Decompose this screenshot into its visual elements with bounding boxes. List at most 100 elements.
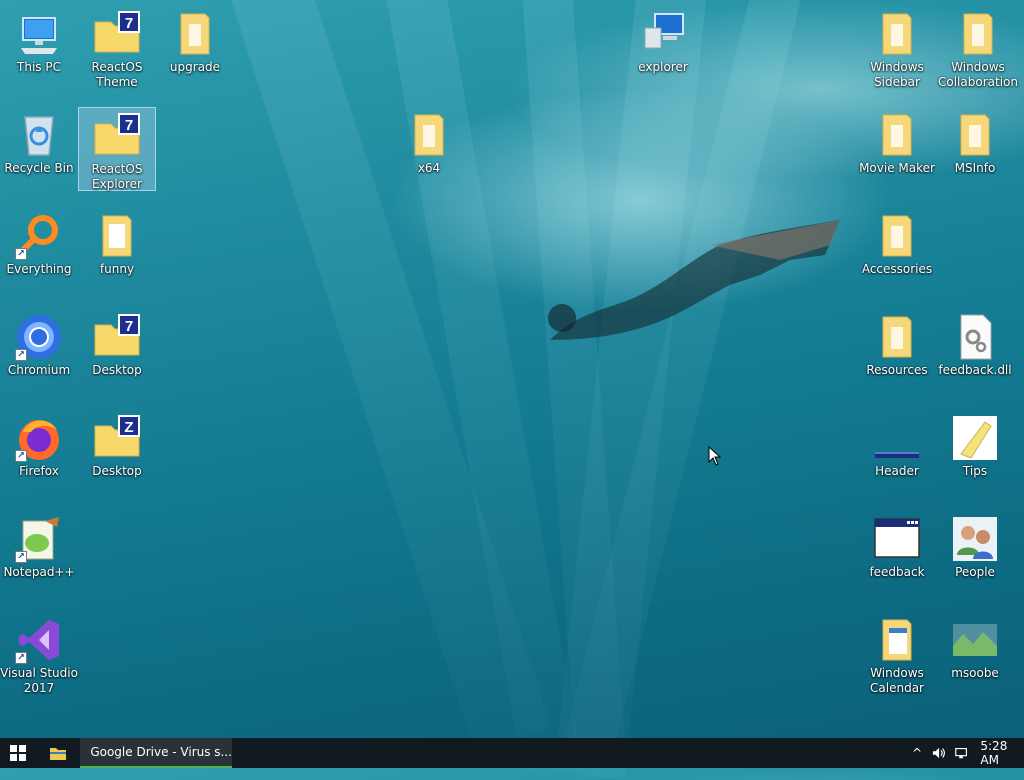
desktop-icon-windows-sidebar[interactable]: Windows Sidebar [858,6,936,92]
desktop-icon-windows-collaboration[interactable]: Windows Collaboration [936,6,1020,92]
window-icon [873,515,921,563]
folder-icon: Z [93,414,141,462]
file-explorer-button[interactable] [42,738,74,768]
desktop-icon-explorer[interactable]: explorer [624,6,702,92]
icon-label: explorer [624,60,702,75]
folder-icon [873,212,921,260]
notepadpp-icon: ↗ [15,515,63,563]
desktop-icon-resources[interactable]: Resources [858,309,936,395]
icon-label: Movie Maker [858,161,936,176]
icon-label: Chromium [0,363,78,378]
folder-icon [873,10,921,58]
desktop-icon-upgrade[interactable]: upgrade [156,6,234,92]
desktop[interactable]: This PC Recycle Bin ↗ Everything [0,0,1024,738]
image-icon [951,616,999,664]
icon-label: Header [858,464,936,479]
desktop-icon-reactos-explorer[interactable]: 7 ReactOS Explorer [78,107,156,191]
taskbar-app-google-drive[interactable]: Google Drive - Virus s... [80,738,232,768]
chevron-up-icon[interactable]: ^ [912,746,922,760]
desktop-icon-everything[interactable]: ↗ Everything [0,208,78,294]
desktop-icon-movie-maker[interactable]: Movie Maker [858,107,936,193]
icon-label: funny [78,262,156,277]
clock[interactable]: 5:28 AM [980,739,1024,767]
folder-icon [49,745,67,761]
folder-icon [951,111,999,159]
icon-label: Firefox [0,464,78,479]
folder-icon [93,212,141,260]
desktop-icon-funny[interactable]: funny [78,208,156,294]
desktop-icon-header[interactable]: Header [858,410,936,496]
icon-label: ReactOS Explorer [79,162,155,192]
desktop-icon-feedback[interactable]: feedback [858,511,936,597]
desktop-icon-desktop-7[interactable]: 7 Desktop [78,309,156,395]
desktop-icon-visual-studio[interactable]: ↗ Visual Studio 2017 [0,612,78,702]
icon-label: Notepad++ [0,565,78,580]
folder-icon: 7 [93,313,141,361]
icon-label: Desktop [78,464,156,479]
tips-icon [951,414,999,462]
icon-label: Resources [858,363,936,378]
desktop-icon-feedback-dll[interactable]: feedback.dll [936,309,1014,395]
desktop-icon-windows-calendar[interactable]: Windows Calendar [858,612,936,702]
visual-studio-icon: ↗ [15,616,63,664]
folder-icon [954,10,1002,58]
icon-label: upgrade [156,60,234,75]
icon-label: feedback [858,565,936,580]
folder-icon: 7 [93,112,141,160]
calendar-folder-icon [873,616,921,664]
icon-label: x64 [390,161,468,176]
desktop-icon-msinfo[interactable]: MSInfo [936,107,1014,193]
icon-label: Accessories [858,262,936,277]
svg-text:7: 7 [125,318,133,335]
desktop-icon-reactos-theme[interactable]: 7 ReactOS Theme [78,6,156,92]
svg-text:7: 7 [125,15,133,32]
icon-label: People [936,565,1014,580]
system-tray: ^ 5:28 AM [874,738,1024,768]
taskbar: Google Drive - Virus s... ^ 5:28 AM [0,738,1024,768]
desktop-icon-this-pc[interactable]: This PC [0,6,78,92]
svg-text:7: 7 [125,117,133,134]
shortcut-arrow-icon: ↗ [15,652,27,664]
desktop-icon-accessories[interactable]: Accessories [858,208,936,294]
icon-label: ReactOS Theme [78,60,156,90]
shortcut-arrow-icon: ↗ [15,248,27,260]
network-icon[interactable] [954,746,968,760]
windows-logo-icon [10,745,26,761]
desktop-icon-notepadpp[interactable]: ↗ Notepad++ [0,511,78,597]
firefox-icon: ↗ [15,414,63,462]
computer-icon [639,10,687,58]
icon-label: This PC [0,60,78,75]
icon-label: Visual Studio 2017 [0,666,78,696]
dll-file-icon [951,313,999,361]
shortcut-arrow-icon: ↗ [15,349,27,361]
image-icon [873,414,921,462]
desktop-icon-recycle-bin[interactable]: Recycle Bin [0,107,78,193]
desktop-icon-people[interactable]: People [936,511,1014,597]
chromium-icon: ↗ [15,313,63,361]
svg-text:Z: Z [124,419,133,436]
desktop-icon-x64[interactable]: x64 [390,107,468,193]
icon-label: Tips [936,464,1014,479]
start-button[interactable] [0,738,36,768]
folder-icon [171,10,219,58]
desktop-icon-desktop-z[interactable]: Z Desktop [78,410,156,496]
folder-icon: 7 [93,10,141,58]
icon-label: Everything [0,262,78,277]
folder-icon [873,111,921,159]
people-icon [951,515,999,563]
shortcut-arrow-icon: ↗ [15,551,27,563]
desktop-icon-tips[interactable]: Tips [936,410,1014,496]
icon-label: Desktop [78,363,156,378]
volume-icon[interactable] [932,746,946,760]
desktop-icon-firefox[interactable]: ↗ Firefox [0,410,78,496]
folder-icon [405,111,453,159]
icon-label: Windows Collaboration [936,60,1020,90]
computer-icon [15,10,63,58]
icon-label: Windows Sidebar [858,60,936,90]
desktop-icon-msoobe[interactable]: msoobe [936,612,1014,698]
taskbar-app-title: Google Drive - Virus s... [90,745,232,759]
icon-label: Windows Calendar [858,666,936,696]
desktop-icon-chromium[interactable]: ↗ Chromium [0,309,78,395]
folder-icon [873,313,921,361]
recycle-bin-icon [15,111,63,159]
